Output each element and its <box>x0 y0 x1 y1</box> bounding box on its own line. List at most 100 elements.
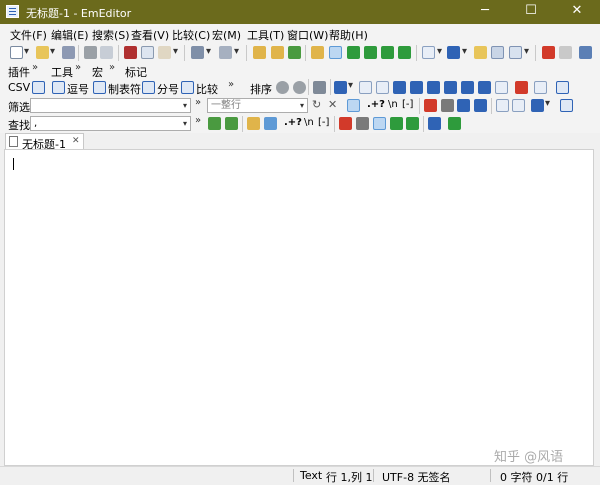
find-select-all-icon[interactable] <box>264 117 277 130</box>
window-list-icon[interactable] <box>509 46 522 59</box>
compare-button[interactable]: 比较 <box>196 81 218 97</box>
filter-icon[interactable] <box>329 46 342 59</box>
menu-compare[interactable]: 比较(C) <box>172 27 210 43</box>
csv-button[interactable]: CSV <box>8 81 30 94</box>
split-window-icon[interactable] <box>347 46 360 59</box>
outline-icon[interactable] <box>381 46 394 59</box>
tab-button[interactable]: 制表符 <box>108 81 141 97</box>
run-macro-icon[interactable] <box>559 46 572 59</box>
menu-help[interactable]: 帮助(H) <box>329 27 368 43</box>
text-editor[interactable] <box>4 149 594 466</box>
find-previous-icon[interactable] <box>208 117 221 130</box>
filter-input[interactable]: ▾ <box>30 98 191 113</box>
find-icon[interactable] <box>253 46 266 59</box>
find-go-icon[interactable] <box>448 117 461 130</box>
close-button[interactable]: ✕ <box>554 0 600 24</box>
column-tools-icon[interactable] <box>313 81 326 94</box>
menu-tools[interactable]: 工具(T) <box>247 27 284 43</box>
find-hash-icon[interactable] <box>390 117 403 130</box>
sort-desc-icon[interactable] <box>410 81 423 94</box>
compare-files-icon[interactable] <box>398 46 411 59</box>
insert-column-icon[interactable] <box>359 81 372 94</box>
minimize-button[interactable]: ─ <box>462 0 508 24</box>
filter-search-icon[interactable] <box>347 99 360 112</box>
find-escape-toggle[interactable]: \n <box>304 117 314 128</box>
find-window-icon[interactable] <box>428 117 441 130</box>
menu-edit[interactable]: 编辑(E) <box>51 27 89 43</box>
filter-funnel-icon[interactable] <box>474 99 487 112</box>
find-match-case-icon[interactable] <box>339 117 352 130</box>
status-encoding[interactable]: UTF-8 无签名 <box>382 469 451 485</box>
menu-file[interactable]: 文件(F) <box>10 27 47 43</box>
match-case-icon[interactable] <box>424 99 437 112</box>
copy-icon[interactable] <box>141 46 154 59</box>
menu-macro[interactable]: 宏(M) <box>212 27 241 43</box>
sort-asc-icon[interactable] <box>393 81 406 94</box>
filter-bracket-toggle[interactable]: [-] <box>402 99 413 110</box>
maximize-button[interactable]: ☐ <box>508 0 554 24</box>
menu-search[interactable]: 搜索(S) <box>92 27 130 43</box>
clear-filter-icon[interactable]: ✕ <box>328 98 337 111</box>
redo-icon[interactable] <box>219 46 232 59</box>
filter-line-select[interactable]: 一整行 ▾ <box>207 98 308 113</box>
filter-regex-wildcard[interactable]: .+? <box>367 99 385 110</box>
tab-untitled-1[interactable]: 无标题-1 ✕ <box>5 133 84 151</box>
menu-window[interactable]: 窗口(W) <box>287 27 328 43</box>
join-csv-icon[interactable] <box>495 81 508 94</box>
delete-column-icon[interactable] <box>376 81 389 94</box>
sort-multi-icon[interactable] <box>293 81 306 94</box>
sync-scroll-icon[interactable] <box>364 46 377 59</box>
sort-length-icon[interactable] <box>427 81 440 94</box>
find-zoom-icon[interactable] <box>247 117 260 130</box>
sort-numeric-icon[interactable] <box>444 81 457 94</box>
print-preview-icon[interactable] <box>100 46 113 59</box>
filter-advanced-icon[interactable] <box>531 99 544 112</box>
open-folder-icon[interactable] <box>36 46 49 59</box>
find-next-icon[interactable] <box>271 46 284 59</box>
find-regex-wildcard[interactable]: .+? <box>284 117 302 128</box>
menu-view[interactable]: 查看(V) <box>131 27 169 43</box>
whole-word-icon[interactable] <box>441 99 454 112</box>
print-icon[interactable] <box>84 46 97 59</box>
font-icon[interactable] <box>491 46 504 59</box>
tab-close-icon[interactable]: ✕ <box>72 136 80 146</box>
paste-icon[interactable] <box>158 46 171 59</box>
cut-icon[interactable] <box>124 46 137 59</box>
filter-bookmark-icon[interactable] <box>496 99 509 112</box>
csv-export-icon[interactable] <box>556 81 569 94</box>
find-toggle-highlight-icon[interactable] <box>373 117 386 130</box>
new-file-icon[interactable] <box>10 46 23 59</box>
filter-extract-icon[interactable] <box>512 99 525 112</box>
save-icon[interactable] <box>62 46 75 59</box>
csv-grid-icon[interactable] <box>32 81 45 94</box>
undo-icon[interactable] <box>191 46 204 59</box>
find-list-icon[interactable] <box>406 117 419 130</box>
comma-button[interactable]: 逗号 <box>67 81 89 97</box>
status-position[interactable]: 行 1,列 1 <box>326 469 373 485</box>
configuration-icon[interactable] <box>447 46 460 59</box>
filter-escape-toggle[interactable]: \n <box>388 99 398 110</box>
find-whole-word-icon[interactable] <box>356 117 369 130</box>
find-input[interactable]: , ▾ <box>30 116 191 131</box>
app-icon[interactable] <box>6 5 19 18</box>
status-mode[interactable]: Text <box>300 469 322 482</box>
sort-options-icon[interactable] <box>276 81 289 94</box>
document-properties-icon[interactable] <box>422 46 435 59</box>
filter-options-icon[interactable] <box>560 99 573 112</box>
replace-icon[interactable] <box>288 46 301 59</box>
filter-minus-icon[interactable] <box>457 99 470 112</box>
find-bracket-toggle[interactable]: [-] <box>318 117 329 128</box>
tools-icon[interactable] <box>579 46 592 59</box>
record-macro-icon[interactable] <box>542 46 555 59</box>
semicolon-button[interactable]: 分号 <box>157 81 179 97</box>
sort-button[interactable]: 排序 <box>250 81 272 97</box>
csv-options-icon[interactable] <box>534 81 547 94</box>
column-select-icon[interactable] <box>334 81 347 94</box>
delete-duplicates-icon[interactable] <box>515 81 528 94</box>
find-in-files-icon[interactable] <box>311 46 324 59</box>
refresh-icon[interactable]: ↻ <box>312 98 321 111</box>
sort-date-icon[interactable] <box>461 81 474 94</box>
customize-icon[interactable] <box>474 46 487 59</box>
sort-reverse-icon[interactable] <box>478 81 491 94</box>
find-next-green-icon[interactable] <box>225 117 238 130</box>
